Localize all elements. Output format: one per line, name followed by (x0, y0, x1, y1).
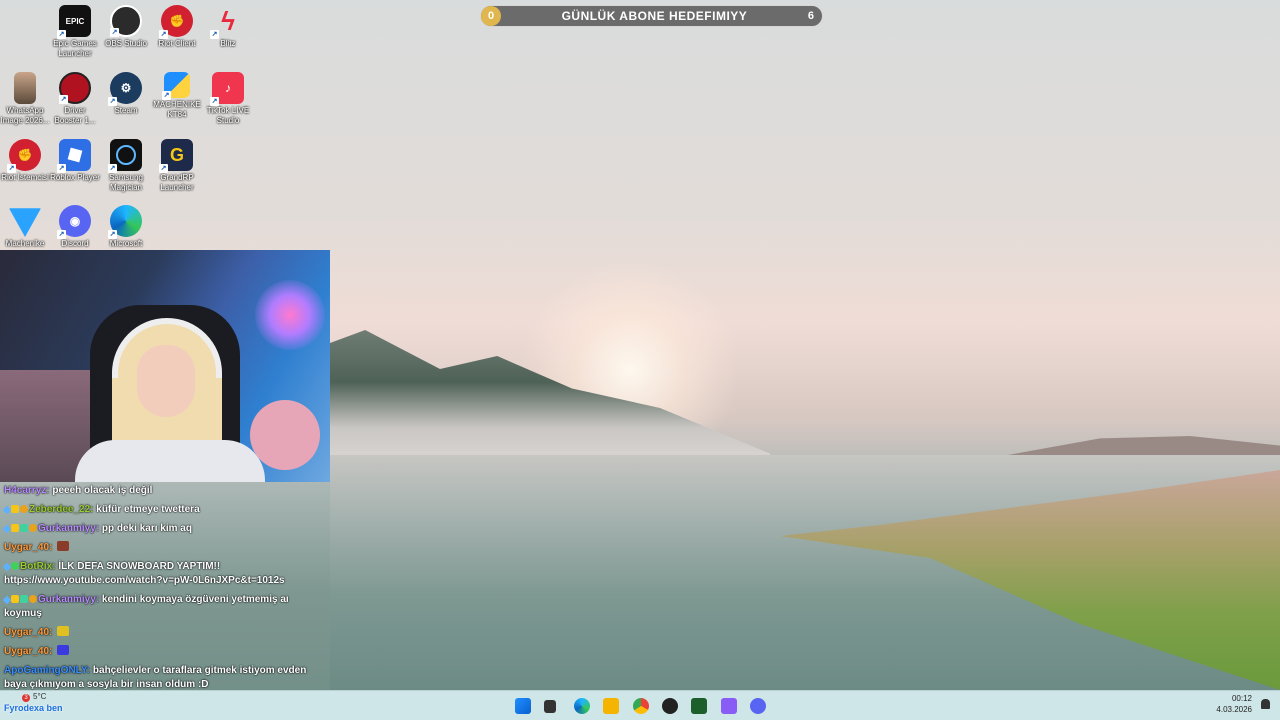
coin-badge-icon (20, 505, 28, 513)
whatsapp-image-icon (14, 72, 36, 104)
desktop-icon-blitz[interactable]: ϟ ↗ Blitz (203, 2, 253, 49)
riot-istemcisi-icon: ✊ ↗ (7, 139, 41, 173)
goal-title: GÜNLÜK ABONE HEDEFIMIYY (561, 9, 748, 23)
clock-date: 4.03.2026 (1216, 705, 1252, 714)
samsung-magician-icon: ↗ (108, 139, 142, 173)
chat-message: Gurkanmiyy: pp deki karı kim aq (2, 522, 329, 536)
chat-bottom-line: Fyrodexa ben (4, 703, 63, 713)
goal-start-value: 0 (481, 6, 501, 26)
goal-end-value: 6 (807, 10, 814, 22)
chat-username[interactable]: H4carryz (4, 485, 46, 496)
chat-username[interactable]: Gurkanmiyy (38, 594, 96, 605)
desktop-icon-discord[interactable]: ◉ ↗ Discord (50, 202, 100, 249)
crown-badge-icon (11, 595, 19, 603)
desktop-icon-grandrp-launcher[interactable]: G ↗ GrandRP Launcher (152, 136, 202, 193)
sword-badge-icon (2, 505, 12, 515)
chat-message: Gurkanmiyy: kendini koymaya özgüveni yet… (2, 594, 289, 619)
coin-badge-icon (29, 524, 37, 532)
riot-client-icon: ✊ ↗ (159, 5, 193, 39)
roblox-player-icon: ↗ (57, 139, 91, 173)
gear-badge-icon (11, 562, 19, 570)
coin-badge-icon (29, 595, 37, 603)
sword-badge-icon (2, 595, 12, 605)
tiktok-live-studio-icon: ♪ ↗ (210, 72, 244, 106)
chat-username[interactable]: BotRix (20, 561, 52, 572)
desktop-icon-machenike[interactable]: Machenike (0, 202, 50, 249)
discord-icon: ◉ ↗ (57, 205, 91, 239)
desktop-icon-driver-booster[interactable]: ↗ Driver Booster 1... (50, 69, 100, 126)
machenike-icon (9, 208, 41, 237)
chat-emote-icon (57, 541, 70, 551)
desktop-icon-tiktok-live-studio[interactable]: ♪ ↗ TikTok LIVE Studio (203, 69, 253, 126)
driver-booster-icon: ↗ (59, 72, 91, 104)
file-explorer-icon[interactable] (603, 698, 619, 714)
notification-bell-icon[interactable] (1261, 699, 1270, 709)
weather-temp: 5°C (33, 692, 47, 701)
webcam-galaxy-light (255, 280, 325, 350)
desktop-icon-obs-studio[interactable]: ↗ OBS Studio (101, 2, 151, 49)
gift-badge-icon (20, 595, 28, 603)
chrome-icon[interactable] (633, 698, 649, 714)
chat-username[interactable]: Zeberdee_22 (29, 504, 90, 515)
desktop-icon-machenike-kt84[interactable]: ↗ MACHENIKE KT84 (152, 69, 202, 120)
machenike-kt84-icon: ↗ (162, 72, 190, 100)
discord-taskbar-icon[interactable] (750, 698, 766, 714)
blitz-icon: ϟ ↗ (210, 5, 235, 39)
chat-emote-icon (57, 645, 70, 655)
chat-username[interactable]: Uygar_40 (4, 542, 49, 553)
chat-message: H4carryz: peeeh olacak iş değil (4, 485, 153, 496)
taskbar (0, 690, 1280, 720)
webcam-overlay (0, 250, 330, 482)
weather-widget[interactable]: 3 5°C (22, 692, 46, 702)
chat-message: Uygar_40: (4, 541, 329, 555)
chat-username[interactable]: Gurkanmiyy (38, 523, 96, 534)
desktop-icon-riot-client[interactable]: ✊ ↗ Riot Client (152, 2, 202, 49)
grandrp-launcher-icon: G ↗ (159, 139, 193, 173)
microsoft-edge-icon: ↗ (108, 205, 142, 239)
chat-message: Zeberdee_22: küfür etmeye twettera (2, 503, 329, 517)
chat-message: Uygar_40: (4, 626, 329, 640)
chat-overlay: H4carryz: peeeh olacak iş değil Zeberdee_… (2, 484, 329, 697)
chat-username[interactable]: Uygar_40 (4, 646, 49, 657)
chat-message: BotRix: İLK DEFA SNOWBOARD YAPTIM!! http… (2, 561, 285, 586)
system-clock[interactable]: 00:12 4.03.2026 (1216, 693, 1252, 715)
crown-badge-icon (11, 505, 19, 513)
webcam-streamer-shirt (75, 440, 265, 482)
obs-taskbar-icon[interactable] (662, 698, 678, 714)
desktop-icon-riot-istemcisi[interactable]: ✊ ↗ Riot İstemcisi (0, 136, 50, 183)
chat-username[interactable]: Uygar_40 (4, 627, 49, 638)
weather-badge: 3 (22, 694, 30, 702)
desktop-icon-whatsapp-image[interactable]: WhatsApp Image 2026... (0, 69, 50, 126)
windows-start-icon[interactable] (515, 698, 531, 714)
sword-badge-icon (2, 524, 12, 534)
twitch-taskbar-icon[interactable] (721, 698, 737, 714)
desktop-icon-epic-games[interactable]: EPIC ↗ Epic Games Launcher (50, 2, 100, 59)
subscriber-goal-bar: 0 GÜNLÜK ABONE HEDEFIMIYY 6 (480, 5, 823, 27)
chat-message: Uygar_40: (4, 645, 329, 659)
edge-taskbar-icon[interactable] (574, 698, 590, 714)
chat-message: ApoGamingONLY: bahçelievler o taraflara … (4, 665, 307, 690)
epic-games-icon: EPIC ↗ (57, 5, 91, 39)
task-view-icon[interactable] (544, 700, 556, 713)
clock-time: 00:12 (1231, 694, 1252, 703)
app-taskbar-icon[interactable] (691, 698, 707, 714)
desktop-icon-roblox-player[interactable]: ↗ Roblox Player (50, 136, 100, 183)
chat-username[interactable]: ApoGamingONLY (4, 665, 87, 676)
desktop-icon-samsung-magician[interactable]: ↗ Samsung Magician (101, 136, 151, 193)
chat-text: pp deki karı kim aq (101, 523, 192, 534)
gift-badge-icon (20, 524, 28, 532)
chat-emote-icon (57, 626, 70, 636)
obs-studio-icon: ↗ (110, 5, 142, 37)
desktop-icon-microsoft-edge[interactable]: ↗ Microsoft (101, 202, 151, 249)
steam-icon: ⚙ ↗ (108, 72, 142, 106)
desktop-icon-steam[interactable]: ⚙ ↗ Steam (101, 69, 151, 116)
chat-text: peeeh olacak iş değil (52, 485, 153, 496)
crown-badge-icon (11, 524, 19, 532)
webcam-plush-toy (250, 400, 320, 470)
chat-text: küfür etmeye twettera (96, 504, 200, 515)
sword-badge-icon (2, 562, 12, 572)
